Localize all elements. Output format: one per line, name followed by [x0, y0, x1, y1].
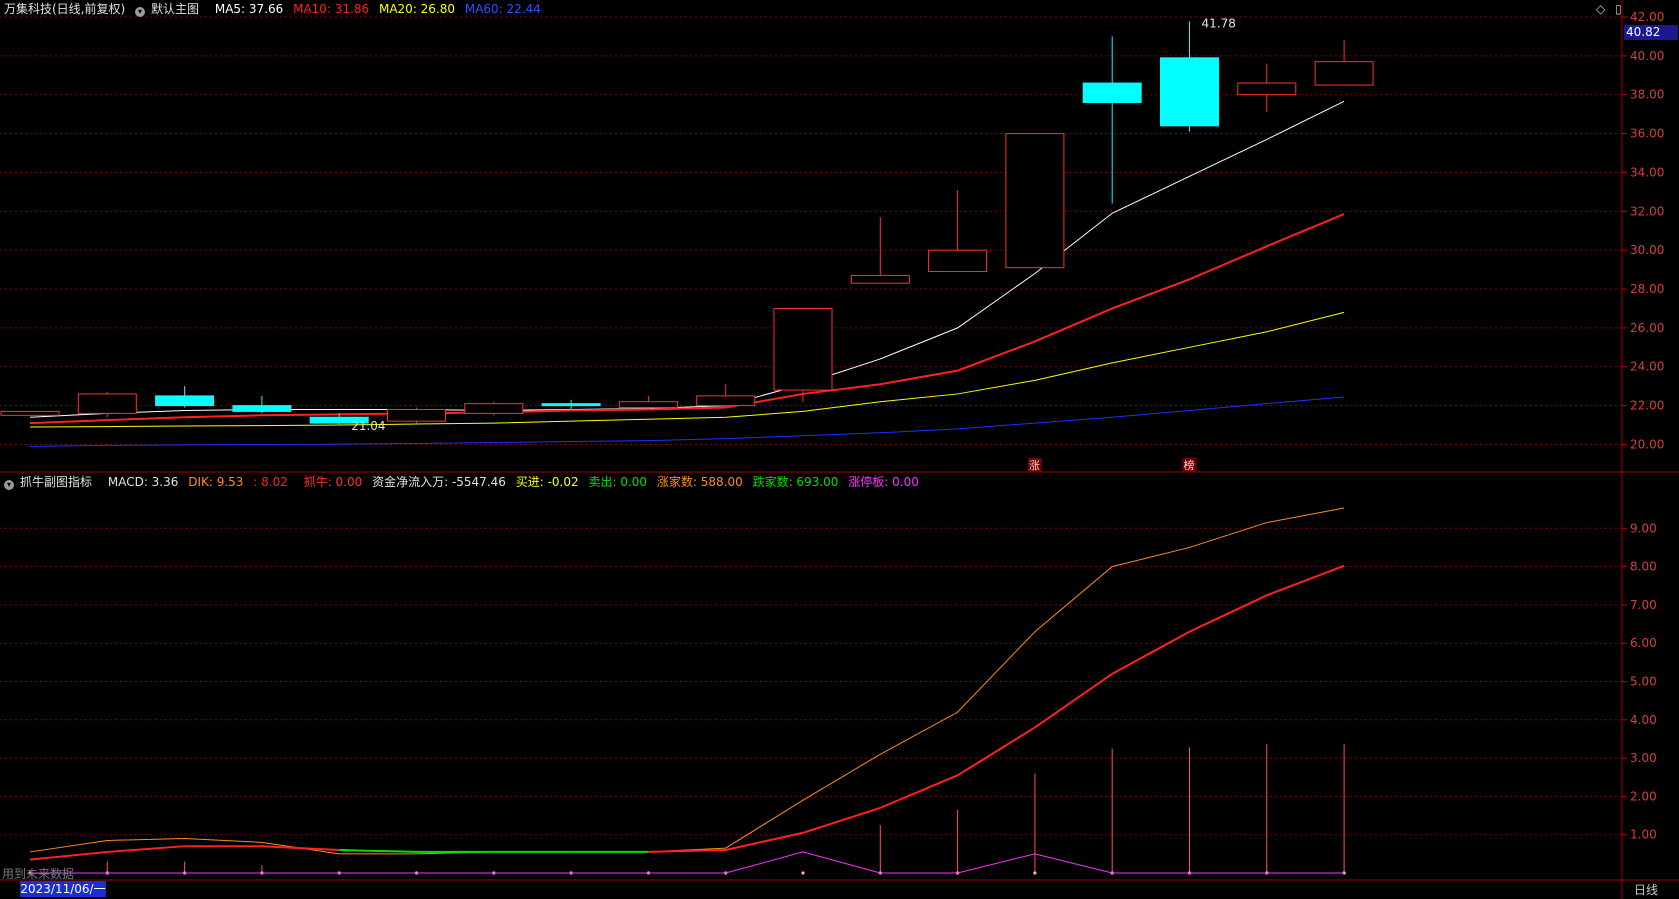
candle-body — [387, 408, 446, 422]
sub-tick-label: 6.00 — [1630, 636, 1657, 650]
settings-circle-icon[interactable]: ▾ — [4, 480, 14, 490]
main-tick-label: 28.00 — [1630, 282, 1664, 296]
macd-value: MACD: 3.36 — [107, 475, 179, 489]
sub-tick-label: 5.00 — [1630, 675, 1657, 689]
diamond-icon[interactable]: ◇ — [1596, 2, 1605, 16]
sub-tick-label: 9.00 — [1630, 521, 1657, 535]
macd-baseline-dot — [1033, 871, 1037, 875]
price-annotation: 41.78 — [1202, 16, 1236, 30]
settings-circle-icon[interactable]: ▾ — [135, 7, 146, 17]
dik2-segment — [261, 845, 340, 852]
candle-body — [1005, 133, 1065, 269]
sub-tick-label: 1.00 — [1630, 828, 1657, 842]
ma60-value: MA60: 22.44 — [464, 2, 541, 16]
sell-value: 卖出: 0.00 — [588, 475, 648, 489]
main-tick-label: 36.00 — [1630, 127, 1664, 141]
dik2-segment — [1266, 564, 1345, 597]
dik2-segment — [339, 849, 417, 853]
sub-chart-header: ▾ 抓牛副图指标 MACD: 3.36 DIK: 9.53 : 8.02 抓牛: … — [4, 474, 925, 490]
candle-body — [928, 249, 988, 273]
sub-tick-label: 3.00 — [1630, 751, 1657, 765]
ma5-value: MA5: 37.66 — [214, 2, 284, 16]
dik2-segment — [1189, 594, 1268, 633]
main-tick-label: 32.00 — [1630, 204, 1664, 218]
cursor-date: 2023/11/06/一 — [20, 881, 106, 897]
indicator-name[interactable]: ▾ 默认主图 — [135, 2, 205, 17]
candle-body — [850, 274, 910, 284]
zhuaniu-value: 抓牛: 0.00 — [303, 475, 363, 489]
candle-body — [77, 393, 137, 414]
dik-line — [29, 507, 1345, 855]
candle-body — [464, 403, 524, 414]
zhuaniu-line — [30, 851, 1345, 874]
main-tick-label: 38.00 — [1630, 88, 1664, 102]
main-tick-label: 26.00 — [1630, 321, 1664, 335]
window-icon[interactable]: ▯ — [1615, 2, 1622, 16]
main-tick-label: 34.00 — [1630, 165, 1664, 179]
stock-chart-window: 42.00 40.00 38.00 36.00 34.00 32.00 30.00 28.00… — [0, 0, 1679, 899]
sub-tick-label: 2.00 — [1630, 789, 1657, 803]
candle-body — [0, 410, 60, 416]
sub-tick-label: 4.00 — [1630, 713, 1657, 727]
period-label[interactable]: 日线 — [1634, 881, 1658, 898]
candle-body — [773, 307, 833, 391]
candle-body — [541, 403, 601, 407]
main-tick-label: 30.00 — [1630, 243, 1664, 257]
main-tick-label: 40.00 — [1630, 49, 1664, 63]
candle-body — [1082, 82, 1142, 103]
ma-line-ma60 — [29, 396, 1345, 447]
marker-label: 榜 — [1184, 458, 1195, 472]
limit-up-value: 涨停板: 0.00 — [848, 475, 919, 489]
future-data-note: 用到未来数据 — [2, 867, 75, 881]
candle-body — [618, 401, 678, 409]
candle-body — [696, 395, 756, 407]
macd-baseline-dot — [801, 871, 805, 875]
down-count-value: 跌家数: 693.00 — [752, 475, 839, 489]
top-right-controls: ◇ ▯ — [1590, 2, 1622, 16]
stock-title: 万集科技(日线,前复权) — [4, 2, 126, 16]
main-chart-header: 万集科技(日线,前复权) ▾ 默认主图 MA5: 37.66 MA10: 31.8… — [4, 1, 547, 17]
candle-body — [1160, 57, 1219, 127]
main-tick-label: 24.00 — [1630, 360, 1664, 374]
ma-line-ma10 — [29, 213, 1345, 425]
dik2-segment — [29, 850, 108, 861]
main-tick-label: 20.00 — [1630, 437, 1664, 451]
candle-body — [232, 405, 292, 412]
candle-body — [1314, 61, 1374, 86]
candle-body — [155, 395, 215, 407]
dik2-segment — [957, 726, 1036, 777]
ma10-value: MA10: 31.86 — [293, 2, 370, 16]
sub-tick-label: 8.00 — [1630, 560, 1657, 574]
ma-line-ma5 — [29, 100, 1345, 418]
buy-value: 买进: -0.02 — [515, 475, 579, 489]
marker-label: 涨 — [1029, 459, 1040, 472]
main-tick-label: 22.00 — [1630, 399, 1664, 413]
fund-flow-value: 资金净流入万: -5547.46 — [372, 475, 506, 489]
ma20-value: MA20: 26.80 — [378, 2, 456, 16]
price-annotation: 21.04 — [351, 419, 385, 433]
up-count-value: 涨家数: 588.00 — [656, 475, 743, 489]
sub-indicator-name[interactable]: ▾ 抓牛副图指标 — [4, 475, 98, 490]
dik2-segment — [1111, 630, 1190, 675]
sub-tick-label: 7.00 — [1630, 598, 1657, 612]
dik2-segment — [802, 806, 881, 834]
dik2-segment — [107, 845, 185, 853]
chart-canvas[interactable]: 42.00 40.00 38.00 36.00 34.00 32.00 30.00 28.00… — [0, 0, 1679, 899]
main-tick-label: 42.00 — [1630, 10, 1664, 24]
current-price-tag: 40.82 — [1624, 25, 1678, 40]
dik-value: DIK: 9.53 : 8.02 — [188, 475, 288, 489]
candle-body — [1237, 82, 1297, 96]
dik2-segment — [648, 849, 726, 853]
dik2-segment — [879, 774, 958, 809]
